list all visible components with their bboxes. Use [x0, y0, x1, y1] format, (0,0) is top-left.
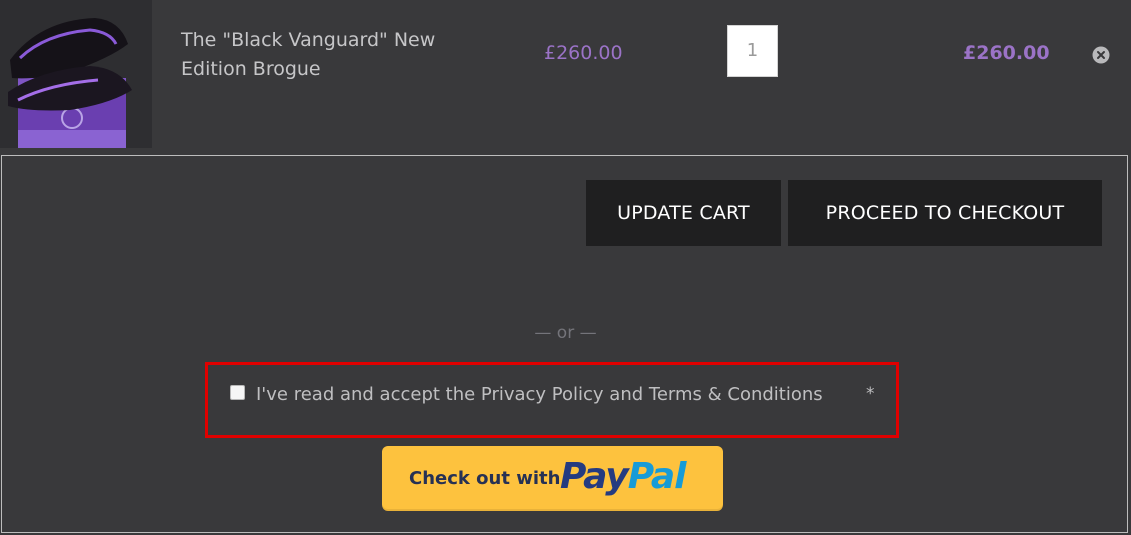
paypal-logo: PayPal: [560, 456, 687, 497]
update-cart-button[interactable]: UPDATE CART: [586, 180, 781, 246]
privacy-terms-checkbox[interactable]: [230, 385, 245, 400]
paypal-logo-pay: Pay: [560, 456, 629, 497]
or-separator: — or —: [534, 323, 597, 343]
paypal-checkout-button[interactable]: Check out with PayPal: [382, 446, 723, 511]
product-image-art: [0, 0, 152, 148]
product-name[interactable]: The "Black Vanguard" New Edition Brogue: [181, 26, 501, 84]
quantity-input[interactable]: 1: [727, 25, 778, 77]
cart-item-row: The "Black Vanguard" New Edition Brogue …: [0, 0, 1131, 150]
required-marker: *: [866, 384, 875, 404]
paypal-prefix-text: Check out with: [409, 468, 561, 489]
unit-price: £260.00: [544, 42, 623, 64]
privacy-terms-label[interactable]: I've read and accept the Privacy Policy …: [256, 384, 823, 405]
close-circle-icon[interactable]: [1092, 46, 1110, 64]
paypal-logo-pal: Pal: [627, 456, 687, 497]
line-total: £260.00: [963, 42, 1050, 64]
proceed-to-checkout-button[interactable]: PROCEED TO CHECKOUT: [788, 180, 1102, 246]
product-image[interactable]: [0, 0, 152, 148]
